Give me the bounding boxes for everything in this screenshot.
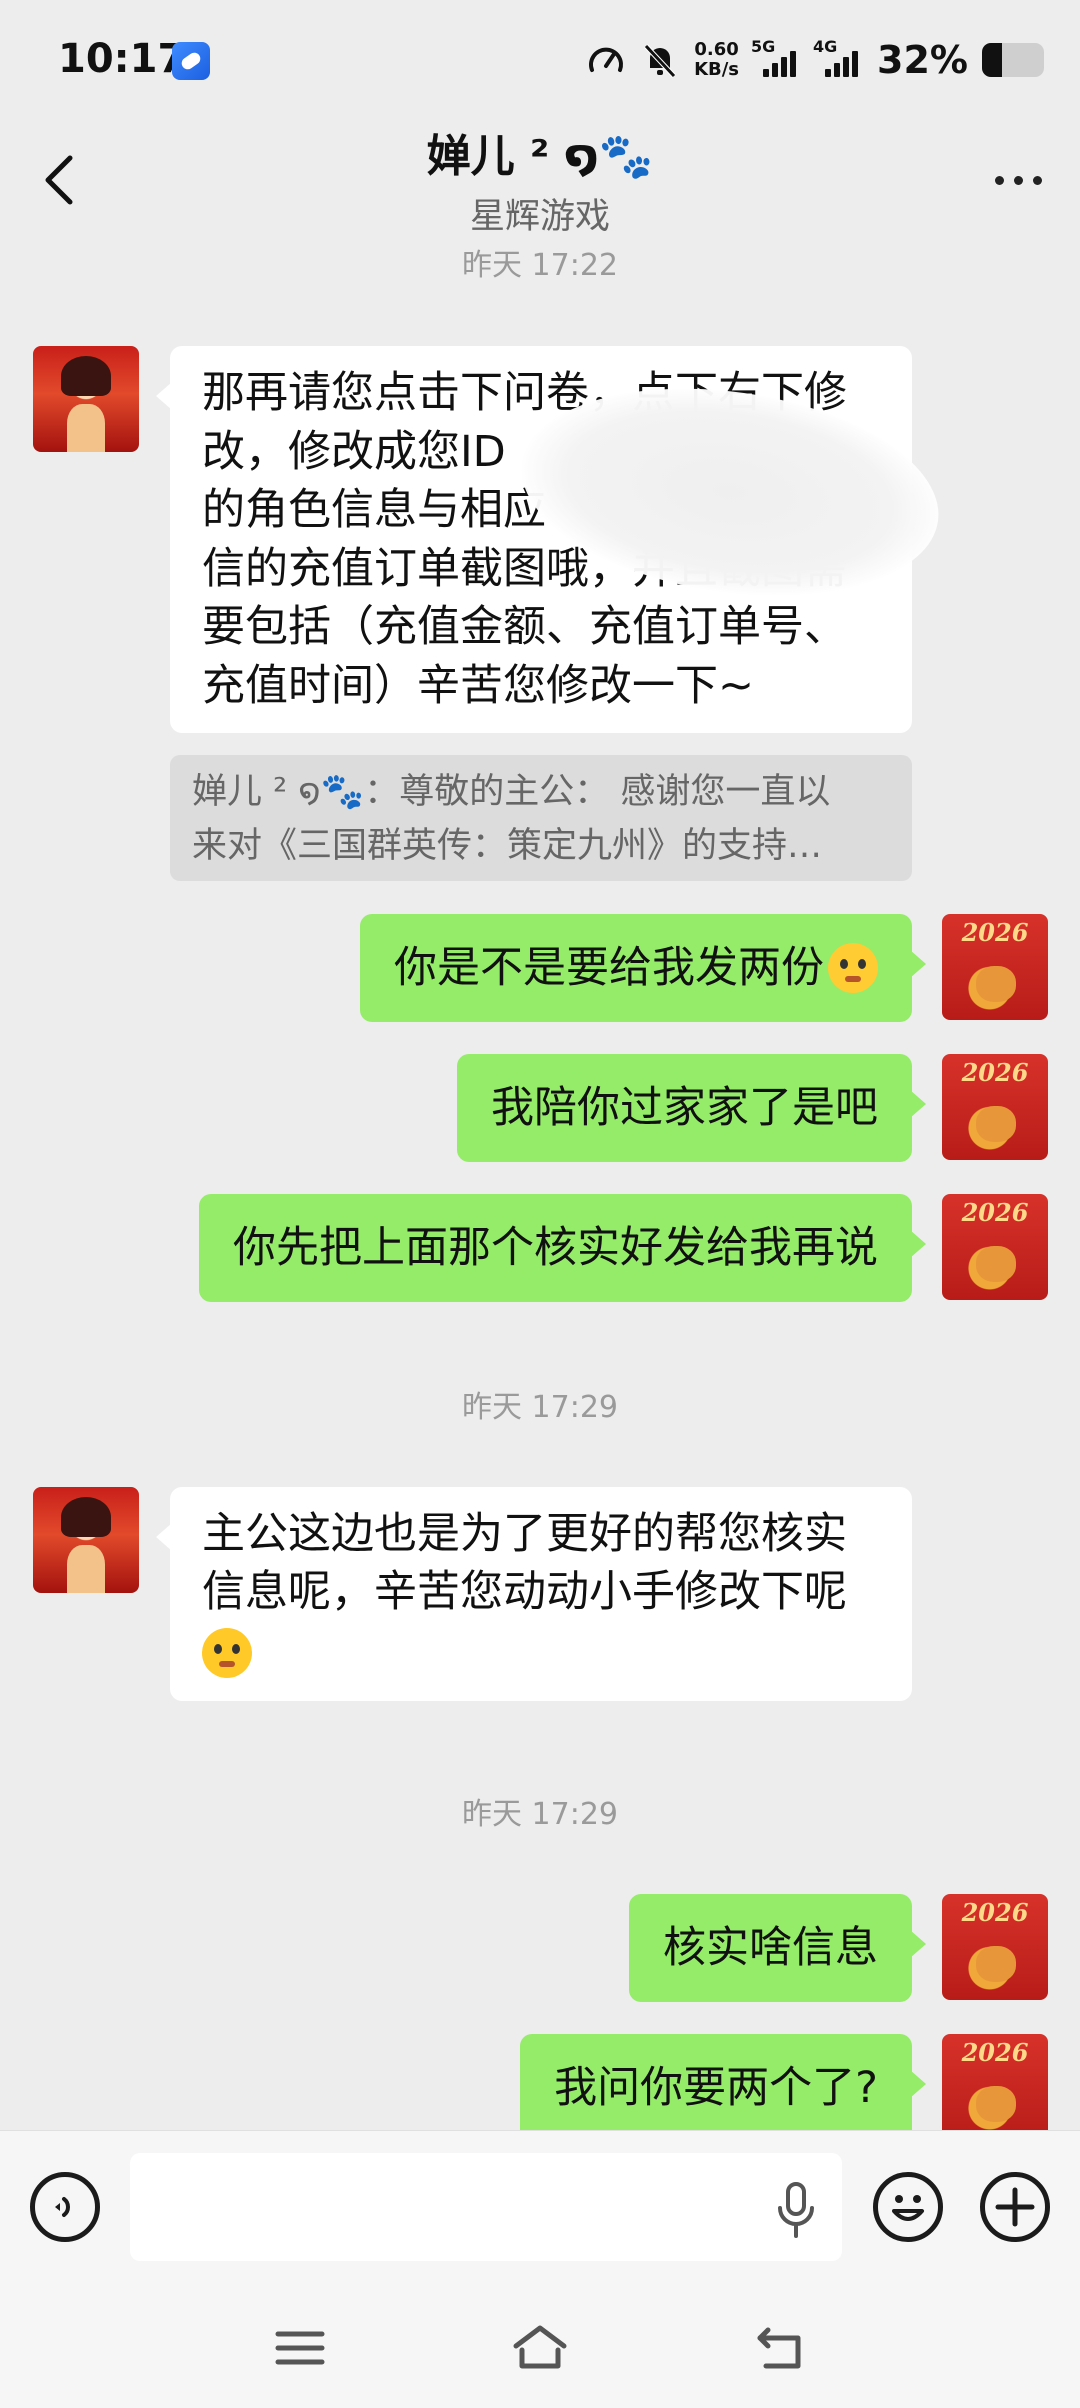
voice-icon[interactable]	[30, 2172, 100, 2242]
bell-muted-icon	[644, 44, 676, 78]
battery-fill	[982, 43, 1002, 77]
menu-icon[interactable]	[270, 2320, 330, 2376]
system-nav-bar	[0, 2290, 1080, 2408]
emoji-icon[interactable]	[873, 2172, 943, 2242]
message-text: 你是不是要给我发两份	[394, 943, 824, 993]
avatar-year-text: 2026	[961, 918, 1029, 947]
message-line: 主公这边也是为了更好的帮您核实	[202, 1509, 847, 1559]
message-text: 我问你要两个了?	[554, 2063, 878, 2113]
status-time: 10:17	[58, 36, 186, 82]
net-speed: 0.60 KB/s	[694, 40, 739, 80]
home-icon[interactable]	[510, 2320, 570, 2376]
sim1-label: 5G	[751, 37, 776, 56]
message-line: 充值时间）辛苦您修改一下~	[202, 660, 755, 711]
avatar-self[interactable]: 2026	[942, 1894, 1048, 2000]
message-bubble-right[interactable]: 我陪你过家家了是吧	[457, 1054, 926, 1162]
message-bubble-right[interactable]: 你是不是要给我发两份	[360, 914, 926, 1022]
net-speed-unit: KB/s	[694, 59, 740, 80]
message-text: 我陪你过家家了是吧	[491, 1083, 878, 1133]
message-text: 核实啥信息	[663, 1923, 878, 1973]
plus-icon[interactable]	[980, 2172, 1050, 2242]
avatar-year-text: 2026	[961, 1198, 1029, 1227]
pleading-emoji-icon	[202, 1627, 252, 1678]
avatar-self[interactable]: 2026	[942, 1054, 1048, 1160]
more-dots-icon[interactable]	[986, 160, 1050, 200]
net-speed-value: 0.60	[694, 39, 739, 60]
chat-header: 婵儿 ² ໑🐾 星辉游戏	[0, 120, 1080, 245]
status-icons: 0.60 KB/s 5G 4G 32%	[586, 30, 1044, 90]
avatar-self[interactable]: 2026	[942, 914, 1048, 1020]
quote-line: 来对《三国群英传：策定九州》的支持…	[192, 826, 823, 866]
timestamp: 昨天 17:29	[462, 1390, 618, 1425]
avatar-contact[interactable]	[33, 346, 139, 452]
doge-emoji-icon	[828, 943, 878, 993]
message-line: 信息呢，辛苦您动动小手修改下呢	[202, 1567, 847, 1617]
sim2-label: 4G	[813, 37, 838, 56]
chat-subtitle: 星辉游戏	[469, 197, 610, 237]
message-line: 要包括（充值金额、充值订单号、	[202, 602, 847, 652]
timestamp: 昨天 17:29	[462, 1797, 618, 1832]
avatar-year-text: 2026	[961, 1058, 1029, 1087]
avatar-year-text: 2026	[961, 1898, 1029, 1927]
message-bubble-right[interactable]: 核实啥信息	[629, 1894, 926, 2002]
quote-line: 婵儿 ² ໑🐾：尊敬的主公： 感谢您一直以	[192, 772, 831, 812]
message-input[interactable]	[130, 2153, 842, 2261]
chat-title: 婵儿 ² ໑🐾	[426, 131, 654, 182]
mic-icon[interactable]	[770, 2180, 822, 2240]
quoted-message[interactable]: 婵儿 ² ໑🐾：尊敬的主公： 感谢您一直以 来对《三国群英传：策定九州》的支持…	[170, 755, 912, 881]
avatar-contact[interactable]	[33, 1487, 139, 1593]
battery-icon	[982, 43, 1044, 77]
status-bar: 10:17 0.60 KB/s 5G 4G 32%	[0, 0, 1080, 120]
message-bubble-left[interactable]: 主公这边也是为了更好的帮您核实 信息呢，辛苦您动动小手修改下呢	[156, 1487, 912, 1701]
app-notification-icon	[172, 42, 210, 80]
message-text: 你先把上面那个核实好发给我再说	[233, 1223, 878, 1273]
timestamp: 昨天 17:22	[462, 248, 618, 283]
signal-icon-2: 4G	[813, 37, 863, 77]
avatar-year-text: 2026	[961, 2038, 1029, 2067]
battery-percent: 32%	[877, 38, 968, 82]
avatar-self[interactable]: 2026	[942, 2034, 1048, 2140]
speedometer-icon	[589, 47, 624, 72]
avatar-self[interactable]: 2026	[942, 1194, 1048, 1300]
signal-icon: 5G	[751, 37, 801, 77]
back-icon[interactable]	[750, 2320, 810, 2376]
message-bubble-right[interactable]: 我问你要两个了?	[520, 2034, 926, 2142]
divider	[0, 2130, 1080, 2131]
message-bubble-right[interactable]: 你先把上面那个核实好发给我再说	[199, 1194, 926, 1302]
